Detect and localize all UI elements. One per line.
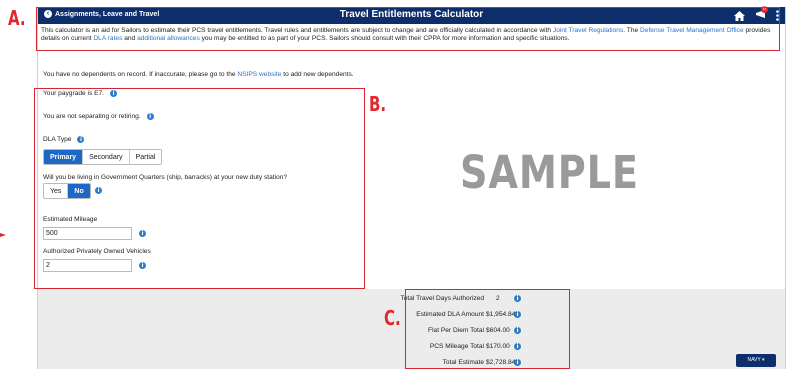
- nsips-link[interactable]: NSIPS website: [237, 71, 281, 78]
- annotation-box-c: [405, 289, 570, 369]
- dependents-text: to add new dependents.: [281, 71, 354, 78]
- navy-menu-label: NAVY: [747, 357, 761, 363]
- annotation-label-a: A.: [8, 6, 26, 30]
- pointer-arrow-icon: [0, 233, 6, 237]
- annotation-box-a: [36, 7, 780, 51]
- dependents-text: You have no dependents on record. If ina…: [43, 71, 238, 78]
- annotation-label-b: B.: [369, 92, 387, 116]
- navy-menu-button[interactable]: NAVY ▾: [736, 354, 776, 367]
- sample-watermark: SAMPLE: [460, 146, 639, 199]
- annotation-label-c: C.: [384, 306, 401, 330]
- dependents-notice: You have no dependents on record. If ina…: [43, 71, 354, 78]
- annotation-box-b: [34, 88, 365, 289]
